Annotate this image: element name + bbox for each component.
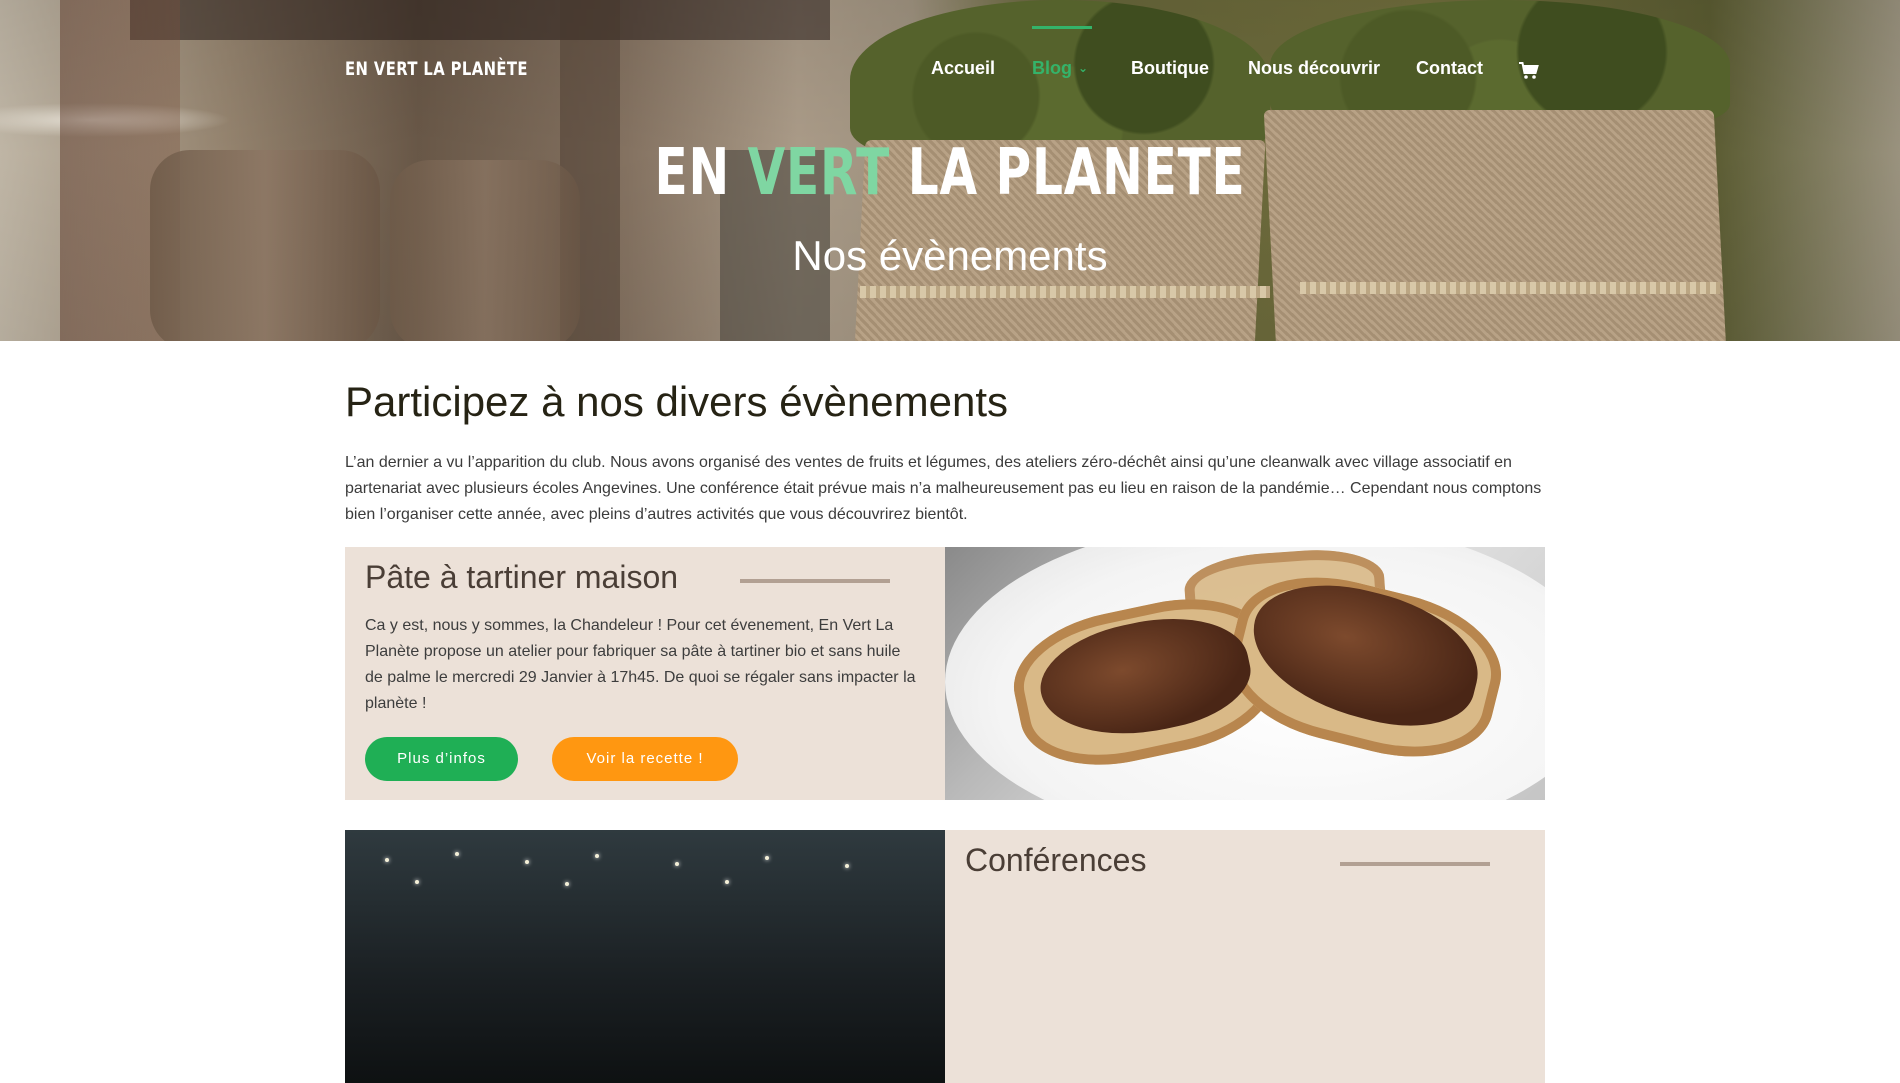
nav-item-contact[interactable]: Contact <box>1416 58 1483 79</box>
event-photo-light <box>415 880 419 884</box>
nav-item-blog[interactable]: Blog ⌄ <box>1032 58 1088 79</box>
event-photo-light <box>725 880 729 884</box>
see-recipe-button[interactable]: Voir la recette ! <box>552 737 738 781</box>
title-divider <box>1340 862 1490 866</box>
hero-banner: EN VERT LA PLANÈTE Accueil Blog ⌄ Boutiqu… <box>0 0 1900 341</box>
more-info-button[interactable]: Plus d’infos <box>365 737 518 781</box>
event-card-panel: Pâte à tartiner maison Ca y est, nous y … <box>345 547 945 800</box>
event-card: Conférences <box>345 830 1545 1083</box>
event-title: Pâte à tartiner maison <box>365 559 679 595</box>
hero-title: EN VERT LA PLANETE <box>228 138 1672 208</box>
shopping-cart-icon[interactable] <box>1519 62 1539 80</box>
event-photo-light <box>385 858 389 862</box>
hero-photo-rope <box>860 286 1270 298</box>
event-photo-light <box>845 864 849 868</box>
event-card-panel: Conférences <box>945 830 1545 1083</box>
event-photo-light <box>455 852 459 856</box>
hero-title-part: EN <box>654 136 730 210</box>
event-photo-light <box>595 854 599 858</box>
event-description: Ca y est, nous y sommes, la Chandeleur !… <box>365 617 916 712</box>
hero-title-highlight: VERT <box>747 136 891 210</box>
nav-item-boutique[interactable]: Boutique <box>1131 58 1209 79</box>
event-photo-light <box>525 860 529 864</box>
hero-photo-beam <box>130 0 830 40</box>
chevron-down-icon: ⌄ <box>1078 61 1089 75</box>
event-card: Pâte à tartiner maison Ca y est, nous y … <box>345 547 1545 800</box>
event-photo <box>945 547 1545 800</box>
nav-item-blog-label: Blog <box>1032 58 1072 78</box>
nav-item-nous-decouvrir[interactable]: Nous découvrir <box>1248 58 1380 79</box>
nav-item-accueil[interactable]: Accueil <box>931 58 995 79</box>
hero-subtitle: Nos évènements <box>792 232 1108 279</box>
event-photo-light <box>565 882 569 886</box>
hero-title-part: LA PLANETE <box>907 136 1246 210</box>
page-title: Participez à nos divers évènements <box>345 378 1008 425</box>
title-divider <box>740 579 890 583</box>
hero-photo-rope <box>1300 282 1720 294</box>
nav-active-indicator <box>1032 26 1092 29</box>
event-photo <box>345 830 945 1083</box>
site-logo[interactable]: EN VERT LA PLANÈTE <box>345 58 528 80</box>
event-photo-light <box>765 856 769 860</box>
event-photo-light <box>675 862 679 866</box>
intro-paragraph: L’an dernier a vu l’apparition du club. … <box>345 454 1542 523</box>
event-title: Conférences <box>965 842 1147 878</box>
